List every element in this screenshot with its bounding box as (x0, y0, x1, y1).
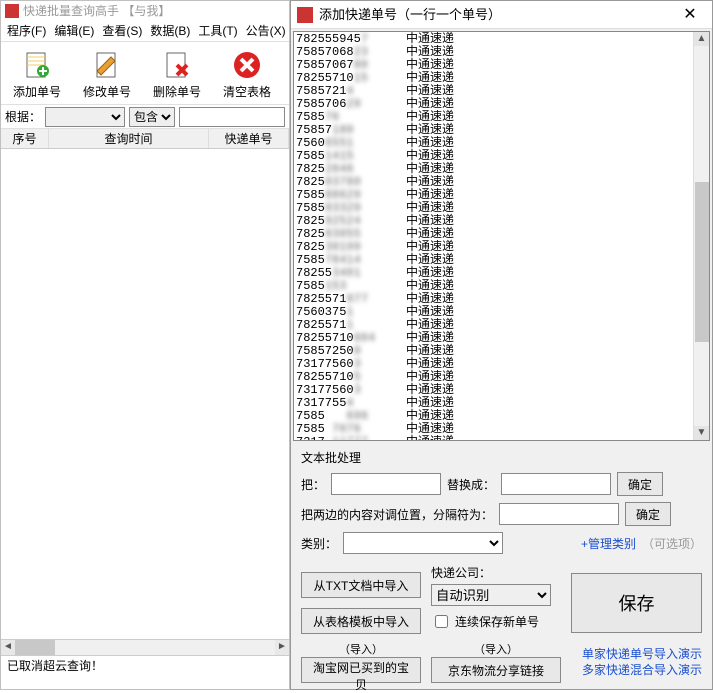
search-value-input[interactable] (179, 107, 285, 127)
demo-single-link[interactable]: 单家快递单号导入演示 (571, 646, 702, 662)
replace-to-input[interactable] (501, 473, 611, 495)
add-number-dialog: 添加快递单号（一行一个单号） ✕ 7825559457中通速递758570682… (290, 0, 713, 690)
main-titlebar: 快递批量查询高手 【与我】 (1, 1, 289, 21)
import-txt-button[interactable]: 从TXT文档中导入 (301, 572, 421, 598)
list-item[interactable]: 7825571877中通速递 (296, 293, 691, 306)
list-item[interactable]: 731775603中通速递 (296, 384, 691, 397)
grid-col-time[interactable]: 查询时间 (49, 129, 209, 148)
import-jd-group: （导入） 京东物流分享链接 (431, 641, 561, 683)
list-item[interactable]: 758576中通速递 (296, 111, 691, 124)
scroll-up-arrow-icon[interactable]: ▲ (694, 32, 709, 46)
company-label: 快递公司： (431, 564, 561, 581)
keep-new-label: 连续保存新单号 (455, 613, 539, 630)
replace-from-label: 把： (301, 476, 325, 493)
grid-col-num[interactable]: 快递单号 (209, 129, 289, 148)
dialog-title: 添加快递单号（一行一个单号） (319, 1, 674, 29)
clear-table-button[interactable]: 清空表格 (215, 44, 279, 104)
grid-header: 序号 查询时间 快递单号 (1, 129, 289, 149)
app-icon (5, 4, 19, 18)
clear-table-label: 清空表格 (223, 83, 271, 100)
batch-section: 文本批处理 把： 替换成： 确定 把两边的内容对调位置，分隔符为： 确定 类别：… (291, 443, 712, 566)
list-item[interactable]: 75851415中通速递 (296, 150, 691, 163)
add-doc-icon (21, 49, 53, 81)
replace-row: 把： 替换成： 确定 (301, 472, 702, 496)
number-list-area: 7825559457中通速递7585706823中通速递7585706780中通… (293, 31, 710, 441)
batch-section-title: 文本批处理 (301, 449, 702, 466)
status-text: 已取消超云查询！ (7, 659, 103, 673)
list-item[interactable]: 75606551中通速递 (296, 137, 691, 150)
list-item[interactable]: 75857180中通速递 (296, 124, 691, 137)
dialog-titlebar: 添加快递单号（一行一个单号） ✕ (291, 1, 712, 29)
clear-icon (231, 49, 263, 81)
search-op-select[interactable]: 包含 (129, 107, 175, 127)
modify-number-button[interactable]: 修改单号 (75, 44, 139, 104)
delete-number-button[interactable]: 删除单号 (145, 44, 209, 104)
import-jd-button[interactable]: 京东物流分享链接 (431, 657, 561, 683)
import-jd-hint: （导入） (474, 641, 518, 657)
search-root-select[interactable] (45, 107, 125, 127)
list-scroll-thumb[interactable] (695, 182, 709, 342)
company-select[interactable]: 自动识别 (431, 584, 551, 606)
search-row: 根据： 包含 (1, 105, 289, 129)
main-title: 快递批量查询高手 【与我】 (23, 1, 170, 21)
status-bar: 已取消超云查询！ (1, 655, 289, 675)
menu-tools[interactable]: 工具(T) (198, 21, 237, 41)
dialog-close-button[interactable]: ✕ (674, 1, 706, 29)
search-root-label: 根据： (5, 108, 41, 125)
import-taobao-button[interactable]: 淘宝网已买到的宝贝 (301, 657, 421, 683)
list-vertical-scrollbar[interactable]: ▲ ▼ (693, 32, 709, 440)
scroll-left-arrow-icon[interactable]: ◄ (1, 640, 15, 655)
demo-links: 单家快递单号导入演示 多家快递混合导入演示 (571, 646, 702, 678)
main-window: 快递批量查询高手 【与我】 程序(F) 编辑(E) 查看(S) 数据(B) 工具… (0, 0, 290, 690)
optional-hint: （可选项） (642, 535, 702, 552)
main-toolbar: 添加单号 修改单号 删除单号 清空表格 (1, 41, 289, 105)
add-number-label: 添加单号 (13, 83, 61, 100)
replace-confirm-button[interactable]: 确定 (617, 472, 663, 496)
delete-doc-icon (161, 49, 193, 81)
list-item[interactable]: 758570629中通速递 (296, 98, 691, 111)
category-row: 类别： +管理类别 （可选项） (301, 532, 702, 554)
list-item[interactable]: 75603751中通速递 (296, 306, 691, 319)
menu-notice[interactable]: 公告(X) (246, 21, 286, 41)
add-number-button[interactable]: 添加单号 (5, 44, 69, 104)
swap-confirm-button[interactable]: 确定 (625, 502, 671, 526)
lower-grid: 从TXT文档中导入 快递公司： 自动识别 保存 从表格模板中导入 连续保存新单号… (291, 566, 712, 682)
swap-row: 把两边的内容对调位置，分隔符为： 确定 (301, 502, 702, 526)
replace-to-label: 替换成： (447, 476, 495, 493)
number-list-textarea[interactable]: 7825559457中通速递7585706823中通速递7585706780中通… (294, 32, 693, 440)
grid-col-seq[interactable]: 序号 (1, 129, 49, 148)
category-select[interactable] (343, 532, 503, 554)
list-item[interactable]: 7317 11777中通速递 (296, 436, 691, 440)
delete-number-label: 删除单号 (153, 83, 201, 100)
list-item[interactable]: 782553401中通速递 (296, 267, 691, 280)
keep-new-row: 连续保存新单号 (431, 612, 561, 631)
main-horizontal-scrollbar[interactable]: ◄ ► (1, 639, 289, 655)
menu-edit[interactable]: 编辑(E) (54, 21, 94, 41)
import-taobao-hint: （导入） (339, 641, 383, 657)
swap-separator-input[interactable] (499, 503, 619, 525)
import-taobao-group: （导入） 淘宝网已买到的宝贝 (301, 641, 421, 683)
category-label: 类别： (301, 535, 337, 552)
keep-new-checkbox[interactable] (435, 615, 448, 628)
manage-category-link[interactable]: +管理类别 (581, 535, 636, 552)
demo-multi-link[interactable]: 多家快递混合导入演示 (571, 662, 702, 678)
menubar: 程序(F) 编辑(E) 查看(S) 数据(B) 工具(T) 公告(X) (1, 21, 289, 41)
scroll-right-arrow-icon[interactable]: ► (275, 640, 289, 655)
menu-program[interactable]: 程序(F) (7, 21, 46, 41)
list-item[interactable]: 7825571015中通速递 (296, 72, 691, 85)
menu-data[interactable]: 数据(B) (150, 21, 190, 41)
dialog-app-icon (297, 7, 313, 23)
close-icon: ✕ (683, 6, 696, 23)
swap-label: 把两边的内容对调位置，分隔符为： (301, 506, 493, 523)
company-group: 快递公司： 自动识别 (431, 564, 561, 606)
edit-doc-icon (91, 49, 123, 81)
import-template-button[interactable]: 从表格模板中导入 (301, 608, 421, 634)
save-button[interactable]: 保存 (571, 573, 702, 633)
replace-from-input[interactable] (331, 473, 441, 495)
menu-view[interactable]: 查看(S) (102, 21, 142, 41)
grid-body[interactable] (1, 149, 289, 639)
scroll-thumb[interactable] (15, 640, 55, 655)
scroll-down-arrow-icon[interactable]: ▼ (694, 426, 709, 440)
modify-number-label: 修改单号 (83, 83, 131, 100)
